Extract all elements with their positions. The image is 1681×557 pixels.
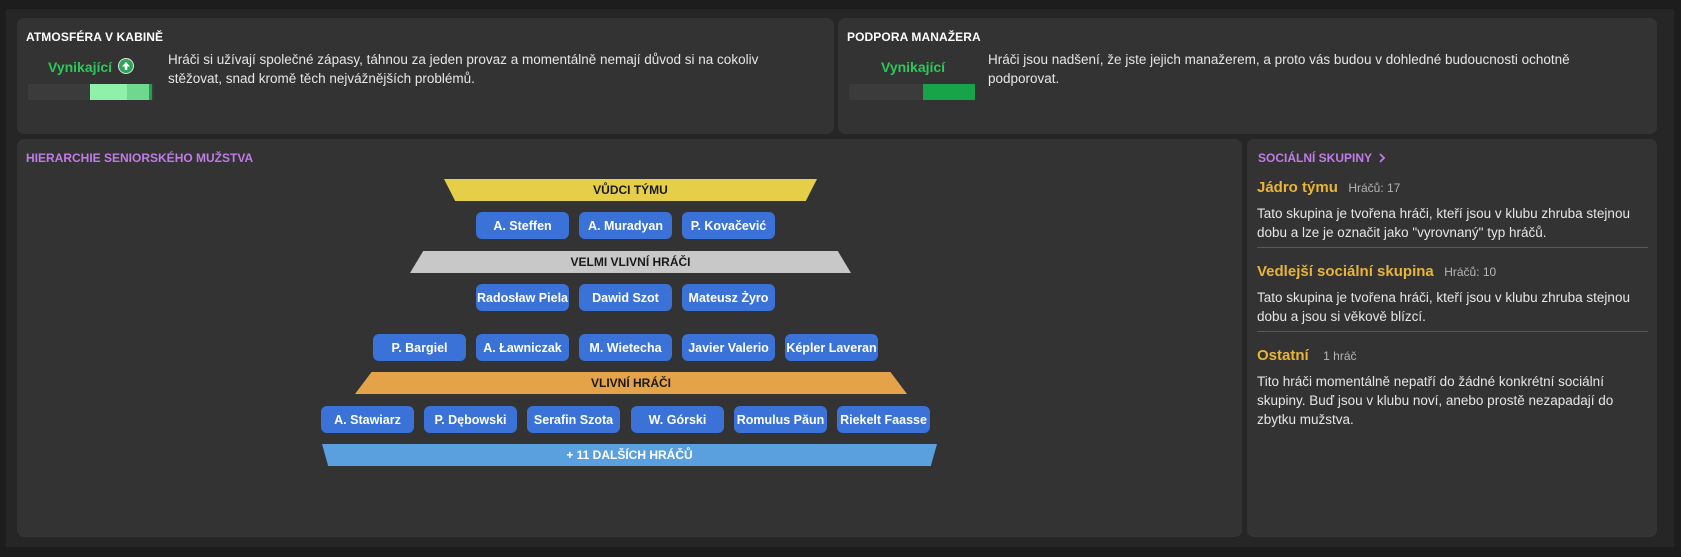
group-description: Tato skupina je tvořena hráči, kteří jso… — [1257, 288, 1647, 326]
player-pill[interactable]: Radosław Piela — [476, 284, 569, 311]
chevron-right-icon — [1379, 153, 1386, 163]
player-pill[interactable]: W. Górski — [631, 406, 724, 433]
atmosphere-panel: ATMOSFÉRA V KABINĚ Vynikající Hráči si u… — [17, 18, 834, 134]
atmosphere-description-line: stěžovat, snad kromě těch nejvážnějších … — [168, 71, 475, 86]
manager-support-meter — [849, 84, 975, 100]
group-header[interactable]: Vedlejší sociální skupina Hráčů: 10 — [1257, 263, 1496, 281]
player-pill[interactable]: A. Muradyan — [579, 212, 672, 239]
player-pill[interactable]: Serafin Szota — [527, 406, 620, 433]
player-pill[interactable]: A. Stawiarz — [321, 406, 414, 433]
group-description-line: zbytku mužstva. — [1257, 412, 1354, 427]
manager-support-meter-fill — [923, 84, 975, 100]
atmosphere-meter-fill — [90, 84, 152, 100]
group-divider — [1257, 247, 1648, 248]
hierarchy-title: HIERARCHIE SENIORSKÉHO MUŽSTVA — [26, 151, 254, 165]
player-pill[interactable]: Javier Valerio — [682, 334, 775, 361]
manager-support-description: Hráči jsou nadšení, že jste jejich manaž… — [988, 50, 1638, 88]
tier-influential-header: VLIVNÍ HRÁČI — [355, 372, 907, 394]
group-count: 1 hráč — [1323, 349, 1357, 363]
social-groups-title: SOCIÁLNÍ SKUPINY — [1258, 151, 1372, 165]
manager-support-description-line: podporovat. — [988, 71, 1060, 86]
group-name: Ostatní — [1257, 347, 1309, 364]
player-pill[interactable]: P. Kovačević — [682, 212, 775, 239]
manager-support-status: Vynikající — [881, 59, 946, 75]
group-divider — [1257, 331, 1648, 332]
tier-leaders-label: VŮDCI TÝMU — [593, 183, 668, 197]
player-pill[interactable]: Dawid Szot — [579, 284, 672, 311]
social-groups-link[interactable]: SOCIÁLNÍ SKUPINY — [1258, 151, 1386, 165]
tier-very-influential-label: VELMI VLIVNÍ HRÁČI — [570, 255, 691, 269]
group-description-line: Tato skupina je tvořena hráči, kteří jso… — [1257, 290, 1630, 305]
manager-support-title: PODPORA MANAŽERA — [847, 30, 981, 44]
player-pill[interactable]: Riekelt Faasse — [837, 406, 930, 433]
atmosphere-description-line: Hráči si užívají společné zápasy, táhnou… — [168, 52, 759, 67]
player-pill[interactable]: A. Ławniczak — [476, 334, 569, 361]
group-count: Hráčů: 10 — [1444, 265, 1497, 279]
group-description-line: Tato skupina je tvořena hráči, kteří jso… — [1257, 206, 1630, 221]
atmosphere-title: ATMOSFÉRA V KABINĚ — [26, 30, 164, 44]
atmosphere-status: Vynikající — [48, 59, 113, 75]
group-name: Vedlejší sociální skupina — [1257, 263, 1434, 280]
group-description-line: dobu a jsou si věkově blízcí. — [1257, 309, 1426, 324]
trend-up-icon — [118, 58, 134, 74]
group-header[interactable]: Ostatní 1 hráč — [1257, 347, 1357, 365]
manager-support-panel: PODPORA MANAŽERA Vynikající Hráči jsou n… — [838, 18, 1657, 134]
player-pill[interactable]: Képler Laveran — [785, 334, 878, 361]
more-players-button[interactable]: + 11 DALŠÍCH HRÁČŮ — [322, 444, 937, 466]
manager-support-description-line: Hráči jsou nadšení, že jste jejich manaž… — [988, 52, 1570, 67]
group-description-line: dobu a lze je označit jako "vyrovnaný" t… — [1257, 225, 1547, 240]
player-pill[interactable]: Mateusz Żyro — [682, 284, 775, 311]
group-description-line: skupiny. Buď jsou v klubu noví, anebo pr… — [1257, 393, 1614, 408]
player-pill[interactable]: P. Bargiel — [373, 334, 466, 361]
player-pill[interactable]: A. Steffen — [476, 212, 569, 239]
group-description: Tato skupina je tvořena hráči, kteří jso… — [1257, 204, 1647, 242]
group-description-line: Tito hráči momentálně nepatří do žádné k… — [1257, 374, 1604, 389]
atmosphere-meter — [28, 84, 154, 100]
social-groups-panel: SOCIÁLNÍ SKUPINY Jádro týmu Hráčů: 17 Ta… — [1247, 139, 1657, 537]
atmosphere-description: Hráči si užívají společné zápasy, táhnou… — [168, 50, 818, 88]
group-header[interactable]: Jádro týmu Hráčů: 17 — [1257, 179, 1400, 197]
tier-very-influential-header: VELMI VLIVNÍ HRÁČI — [410, 251, 851, 273]
tier-influential-label: VLIVNÍ HRÁČI — [590, 376, 671, 390]
tier-leaders-header: VŮDCI TÝMU — [444, 179, 817, 201]
player-pill[interactable]: M. Wietecha — [579, 334, 672, 361]
player-pill[interactable]: Romulus Păun — [734, 406, 827, 433]
player-pill[interactable]: P. Dębowski — [424, 406, 517, 433]
more-players-label: + 11 DALŠÍCH HRÁČŮ — [566, 448, 693, 462]
hierarchy-panel: HIERARCHIE SENIORSKÉHO MUŽSTVA VŮDCI TÝM… — [17, 139, 1242, 537]
group-name: Jádro týmu — [1257, 179, 1338, 196]
group-count: Hráčů: 17 — [1348, 181, 1401, 195]
group-description: Tito hráči momentálně nepatří do žádné k… — [1257, 372, 1647, 429]
